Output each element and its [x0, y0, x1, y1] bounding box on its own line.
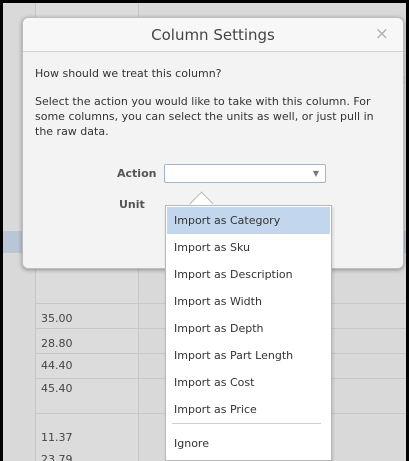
sheet-cell: 28.80 [41, 337, 73, 350]
menu-item-import-category[interactable]: Import as Category [167, 207, 330, 234]
dialog-question: How should we treat this column? [35, 67, 222, 80]
menu-item-import-width[interactable]: Import as Width [167, 288, 330, 315]
sheet-cell: 11.37 [41, 431, 73, 444]
dialog-body: How should we treat this column? Select … [23, 52, 403, 139]
action-dropdown-menu: Import as Category Import as Sku Import … [165, 205, 332, 461]
menu-item-import-price[interactable]: Import as Price [167, 396, 330, 423]
sheet-cell: 23.79 [41, 453, 73, 461]
menu-item-import-part-length[interactable]: Import as Part Length [167, 342, 330, 369]
dialog-header: Column Settings × [23, 18, 403, 52]
sheet-cell: 45.40 [41, 382, 73, 395]
unit-label: Unit [119, 198, 145, 211]
menu-item-import-depth[interactable]: Import as Depth [167, 315, 330, 342]
close-icon[interactable]: × [375, 24, 389, 44]
sheet-cell: 44.40 [41, 359, 73, 372]
menu-item-ignore[interactable]: Ignore [167, 430, 330, 457]
menu-item-import-sku[interactable]: Import as Sku [167, 234, 330, 261]
menu-item-import-cost[interactable]: Import as Cost [167, 369, 330, 396]
action-label: Action [117, 167, 157, 180]
sheet-cell: 35.00 [41, 312, 73, 325]
dialog-title: Column Settings [151, 26, 275, 44]
menu-divider [172, 423, 321, 424]
chevron-down-icon: ▼ [312, 169, 319, 178]
dialog-description: Select the action you would like to take… [35, 95, 374, 138]
menu-item-import-description[interactable]: Import as Description [167, 261, 330, 288]
action-select[interactable]: ▼ [164, 164, 326, 183]
